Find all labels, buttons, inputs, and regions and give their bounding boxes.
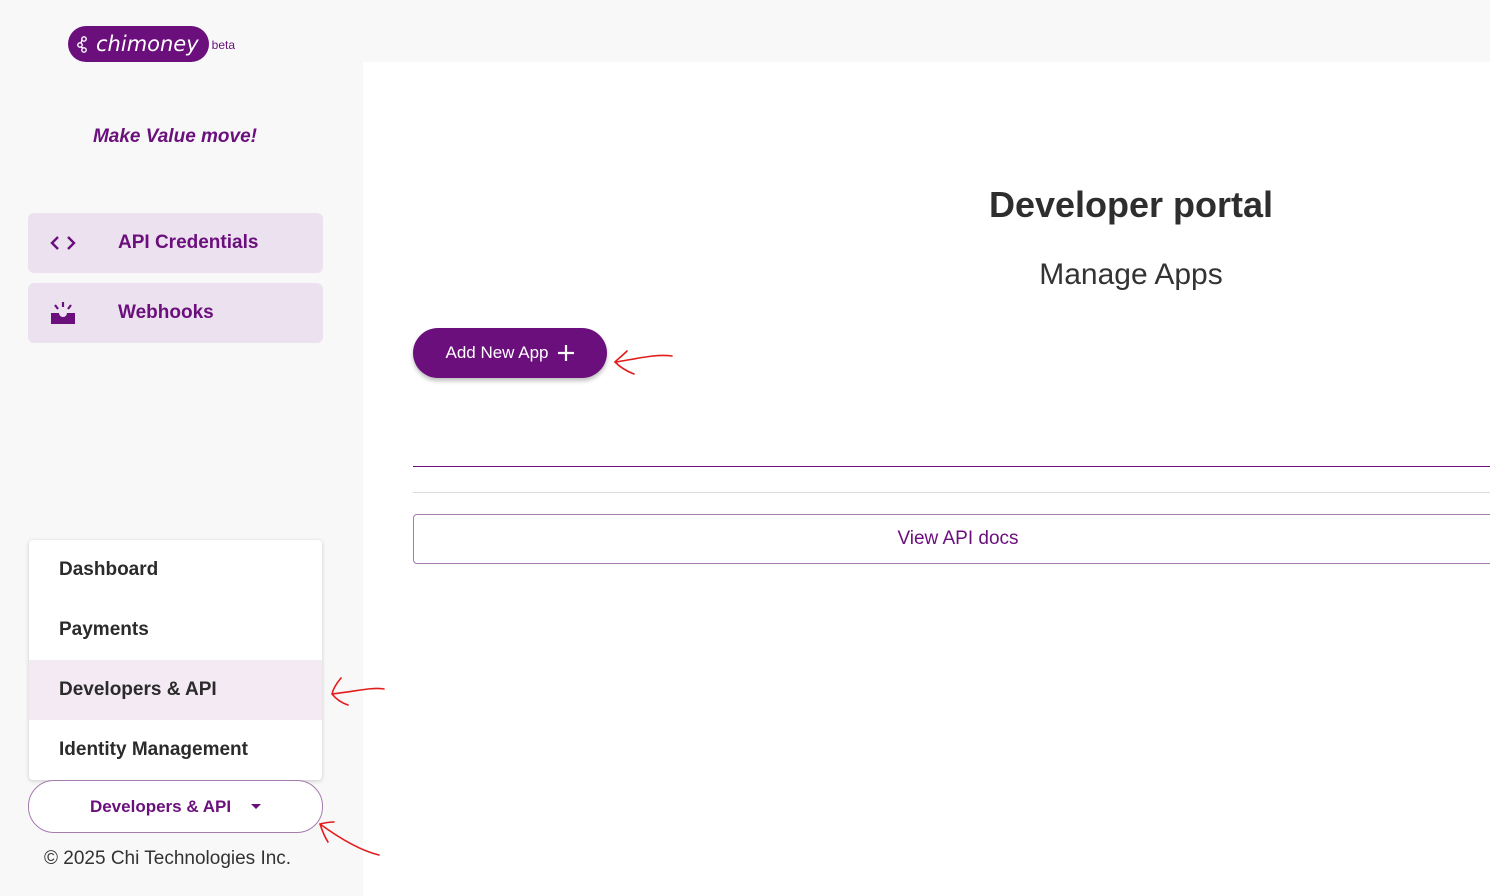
plus-icon bbox=[557, 345, 574, 361]
sidebar: chimoney beta Make Value move! API Crede… bbox=[0, 0, 363, 896]
annotation-arrow-icon bbox=[613, 350, 673, 375]
menu-item-developers-api[interactable]: Developers & API bbox=[29, 660, 322, 720]
logo[interactable]: chimoney beta bbox=[68, 26, 235, 62]
divider bbox=[413, 492, 1490, 493]
page-subtitle: Manage Apps bbox=[1039, 258, 1223, 291]
logo-pill: chimoney bbox=[68, 26, 209, 62]
main-panel: Developer portal Manage Apps Add New App… bbox=[363, 62, 1490, 896]
menu-item-identity-management[interactable]: Identity Management bbox=[29, 720, 322, 780]
nav-item-api-credentials[interactable]: API Credentials bbox=[28, 213, 323, 273]
menu-item-payments[interactable]: Payments bbox=[29, 600, 322, 660]
menu-item-dashboard[interactable]: Dashboard bbox=[29, 540, 322, 600]
beta-badge: beta bbox=[211, 38, 236, 52]
nav-item-label: API Credentials bbox=[118, 232, 259, 253]
chimoney-logo-icon bbox=[77, 36, 87, 53]
divider bbox=[413, 466, 1490, 467]
page-title: Developer portal bbox=[988, 184, 1274, 225]
nav-item-label: Webhooks bbox=[118, 302, 214, 323]
nav-item-webhooks[interactable]: Webhooks bbox=[28, 283, 323, 343]
copyright: © 2025 Chi Technologies Inc. bbox=[44, 848, 292, 869]
tagline: Make Value move! bbox=[92, 126, 258, 147]
add-new-app-label: Add New App bbox=[445, 343, 549, 362]
annotation-arrow-icon bbox=[318, 821, 380, 856]
view-api-docs-button[interactable]: View API docs bbox=[413, 514, 1490, 564]
section-select-button[interactable]: Developers & API bbox=[28, 780, 323, 833]
section-select-label: Developers & API bbox=[89, 796, 232, 816]
webhook-icon bbox=[28, 301, 98, 325]
section-dropdown-menu: Dashboard Payments Developers & API Iden… bbox=[29, 540, 322, 780]
logo-text: chimoney bbox=[96, 32, 199, 56]
caret-down-icon bbox=[251, 804, 262, 809]
annotation-arrow-icon bbox=[331, 677, 385, 706]
code-brackets-icon bbox=[28, 235, 98, 251]
add-new-app-button[interactable]: Add New App bbox=[413, 328, 607, 378]
